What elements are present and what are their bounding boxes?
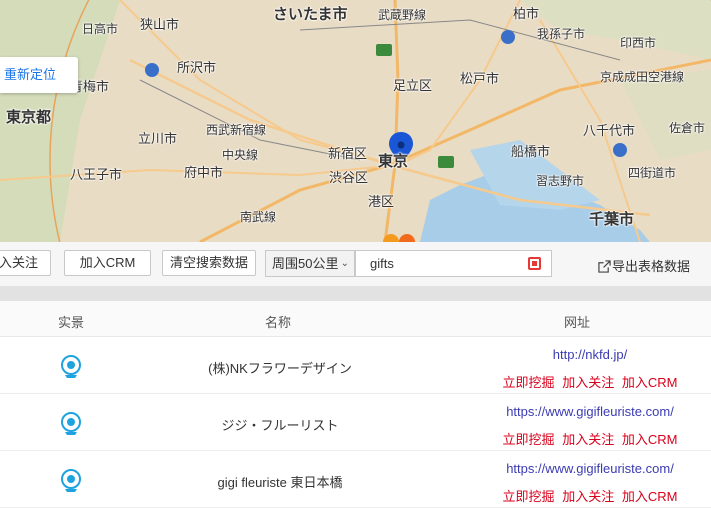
map-label: 松戸市	[460, 71, 500, 86]
export-button[interactable]: 导出表格数据	[598, 256, 690, 275]
map-label: 八千代市	[583, 123, 636, 138]
map-label: 所沢市	[177, 60, 217, 75]
row-actions: 立即挖掘 加入关注 加入CRM	[470, 429, 710, 448]
map-label: 府中市	[184, 165, 224, 180]
map-label: 佐倉市	[669, 121, 706, 135]
map-label: 武蔵野線	[378, 8, 427, 22]
stop-icon[interactable]	[528, 257, 541, 270]
dig-button[interactable]: 立即挖掘	[503, 375, 555, 390]
map-label: 八王子市	[70, 167, 123, 182]
map-label: 印西市	[620, 36, 657, 50]
clear-search-button[interactable]: 清空搜索数据	[162, 250, 256, 276]
table-row: gigi fleuriste 東日本橋 https://www.gigifleu…	[0, 451, 711, 508]
map-label: 東京	[378, 153, 409, 170]
cluster-dot-icon	[399, 234, 415, 242]
row-name: (株)NKフラワーデザイン	[208, 361, 352, 376]
column-header-name: 名称	[265, 315, 292, 330]
row-actions: 立即挖掘 加入关注 加入CRM	[470, 486, 710, 505]
follow-link[interactable]: 加入关注	[562, 489, 614, 504]
map-view[interactable]: さいたま市 武蔵野線 柏市 狭山市 所沢市 足立区 松戸市 我孫子市 印西市 京…	[0, 0, 711, 242]
map-label: 習志野市	[536, 174, 585, 188]
chevron-down-icon: ⌄	[340, 258, 349, 269]
search-value: gifts	[370, 256, 394, 271]
map-label: さいたま市	[273, 6, 348, 23]
panorama-icon[interactable]	[60, 355, 82, 379]
follow-link[interactable]: 加入关注	[562, 375, 614, 390]
export-label: 导出表格数据	[612, 259, 691, 274]
map-label: 足立区	[393, 78, 433, 93]
toolbar: 入关注 加入CRM 清空搜索数据 周围50公里 ⌄ gifts 导出表格数据	[0, 242, 711, 286]
crm-link[interactable]: 加入CRM	[622, 375, 678, 390]
crm-link[interactable]: 加入CRM	[622, 432, 678, 447]
map-label: 船橋市	[511, 144, 551, 159]
panorama-icon[interactable]	[60, 469, 82, 493]
export-icon	[598, 260, 611, 273]
map-label: 立川市	[138, 131, 178, 146]
row-name: ジジ・フルーリスト	[221, 418, 339, 433]
follow-button[interactable]: 入关注	[0, 250, 51, 276]
row-url-link[interactable]: https://www.gigifleuriste.com/	[470, 404, 710, 419]
row-actions: 立即挖掘 加入关注 加入CRM	[470, 372, 710, 391]
panorama-icon[interactable]	[60, 412, 82, 436]
row-url-link[interactable]: https://www.gigifleuriste.com/	[470, 461, 710, 476]
column-header-pano: 实景	[58, 315, 85, 330]
row-url-link[interactable]: http://nkfd.jp/	[470, 347, 710, 362]
map-label: 狭山市	[140, 17, 180, 32]
radius-value: 周围50公里	[272, 256, 339, 271]
table-header: 实景 名称 网址	[0, 301, 711, 337]
map-label: 南武線	[240, 210, 277, 224]
row-name: gigi fleuriste 東日本橋	[217, 475, 343, 490]
radius-select[interactable]: 周围50公里 ⌄	[265, 250, 355, 277]
map-label: 千葉市	[589, 211, 635, 228]
search-input[interactable]: gifts	[355, 250, 552, 277]
dig-button[interactable]: 立即挖掘	[503, 489, 555, 504]
map-label: 我孫子市	[537, 27, 586, 41]
map-label: 東京都	[6, 109, 52, 126]
map-label: 中央線	[222, 148, 259, 162]
relocate-button[interactable]: 重新定位	[0, 57, 78, 93]
map-label: 京成成田空港線	[600, 70, 685, 84]
follow-link[interactable]: 加入关注	[562, 432, 614, 447]
map-label: 四街道市	[628, 166, 677, 180]
table-row: ジジ・フルーリスト https://www.gigifleuriste.com/…	[0, 394, 711, 451]
map-label: 西武新宿線	[206, 123, 267, 137]
crm-link[interactable]: 加入CRM	[622, 489, 678, 504]
map-label: 柏市	[513, 6, 540, 21]
map-label: 渋谷区	[329, 170, 369, 185]
table-row: (株)NKフラワーデザイン http://nkfd.jp/ 立即挖掘 加入关注 …	[0, 337, 711, 394]
section-divider	[0, 286, 711, 301]
column-header-url: 网址	[564, 315, 591, 330]
map-label: 新宿区	[328, 146, 368, 161]
dig-button[interactable]: 立即挖掘	[503, 432, 555, 447]
map-label: 港区	[368, 194, 395, 209]
map-label: 日高市	[82, 22, 119, 36]
add-crm-button[interactable]: 加入CRM	[64, 250, 151, 276]
